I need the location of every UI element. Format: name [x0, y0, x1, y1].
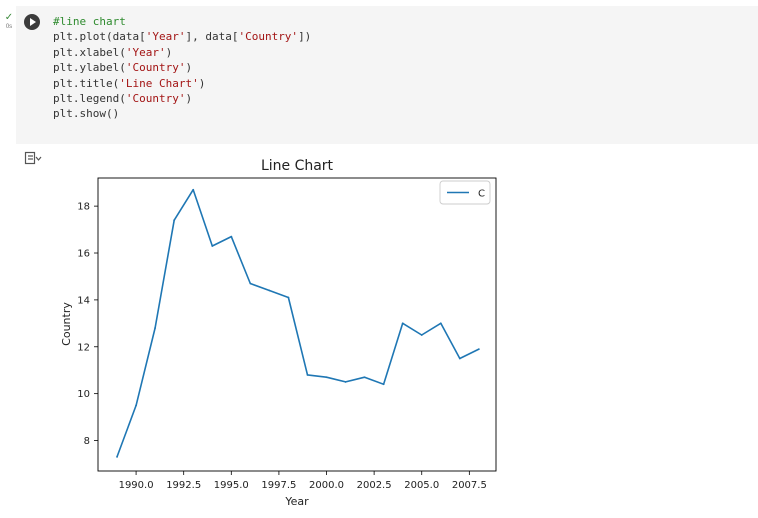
cell-output: Line Chart 1990.0 1992.5 1995.0 1997.5 2000.… [50, 148, 510, 514]
y-axis: 8 10 12 14 16 18 [77, 202, 98, 447]
code-line: plt.title('Line Chart') [53, 76, 311, 91]
series-line [116, 188, 480, 458]
data-point [116, 456, 118, 458]
data-point [325, 376, 328, 379]
x-tick-label: 2005.0 [404, 480, 439, 491]
data-point [173, 219, 176, 222]
y-tick-label: 18 [77, 202, 90, 213]
data-point [420, 334, 423, 336]
data-point [249, 282, 252, 285]
code-token: plt.plot(data[ [53, 30, 146, 44]
run-cell-button[interactable] [24, 14, 40, 30]
x-tick-label: 2007.5 [452, 480, 487, 491]
data-point [382, 383, 385, 386]
legend: C [439, 180, 491, 205]
code-token: ) [165, 45, 173, 59]
x-axis-label: Year [284, 495, 309, 508]
legend-label: C [478, 189, 485, 200]
y-tick-label: 14 [77, 295, 90, 306]
output-toggle-icon[interactable] [24, 151, 42, 165]
series-group [116, 188, 480, 458]
execution-time: 0s [5, 24, 13, 30]
x-tick-label: 1997.5 [261, 480, 296, 491]
code-line: plt.legend('Country') [53, 91, 311, 106]
x-axis: 1990.0 1992.5 1995.0 1997.5 2000.0 2002.5 2005… [119, 471, 487, 491]
data-point [401, 322, 404, 325]
code-token: plt.show() [53, 107, 120, 121]
data-point [363, 376, 366, 379]
code-token: 'Country' [238, 30, 299, 44]
data-point [154, 327, 157, 329]
data-point [211, 245, 214, 247]
code-token: plt.legend( [53, 91, 126, 105]
execution-status: ✓ 0s [3, 13, 15, 31]
code-token: plt.title( [53, 76, 120, 90]
code-line: plt.show() [53, 106, 311, 121]
y-tick-label: 16 [77, 249, 90, 260]
data-point [230, 235, 233, 238]
code-token: plt.ylabel( [53, 61, 126, 75]
data-point [458, 357, 461, 360]
data-point [344, 381, 347, 383]
data-point [287, 296, 290, 299]
y-tick-label: 12 [77, 342, 90, 353]
cell-gutter [0, 0, 16, 514]
data-point [439, 322, 442, 325]
x-tick-label: 1995.0 [214, 480, 249, 491]
plot-frame [97, 177, 497, 472]
line-chart: Line Chart 1990.0 1992.5 1995.0 1997.5 2000.… [60, 158, 497, 508]
y-tick-label: 10 [77, 389, 90, 400]
data-point [477, 348, 480, 351]
y-tick-label: 8 [84, 436, 90, 447]
data-point [192, 188, 195, 191]
code-line: #line chart [53, 14, 311, 29]
code-token: ]) [298, 30, 312, 44]
code-line: plt.plot(data['Year'], data['Country']) [53, 29, 311, 44]
x-tick-label: 1992.5 [166, 480, 201, 491]
data-point [135, 404, 137, 407]
code-token: ) [185, 61, 193, 75]
code-token: ) [185, 91, 193, 105]
code-token: 'Country' [125, 61, 186, 75]
data-point [306, 373, 309, 376]
code-token: 'Year' [125, 45, 166, 59]
code-line: plt.xlabel('Year') [53, 45, 311, 60]
code-token: ) [198, 76, 206, 90]
x-tick-label: 2000.0 [309, 480, 344, 491]
x-tick-label: 2002.5 [357, 480, 392, 491]
check-icon: ✓ [4, 12, 14, 23]
code-token: plt.xlabel( [53, 45, 126, 59]
y-axis-label: Country [60, 302, 73, 346]
code-token: 'Country' [125, 91, 186, 105]
code-token: ], data[ [185, 30, 239, 44]
code-token: #line chart [53, 15, 126, 28]
x-tick-label: 1990.0 [119, 480, 154, 491]
code-line: plt.ylabel('Country') [53, 60, 311, 75]
code-editor[interactable]: #line chart plt.plot(data['Year'], data['… [53, 14, 311, 122]
code-token: 'Year' [145, 30, 186, 44]
data-point [268, 289, 271, 292]
chart-title: Line Chart [261, 158, 334, 174]
code-token: 'Line Chart' [119, 76, 199, 90]
